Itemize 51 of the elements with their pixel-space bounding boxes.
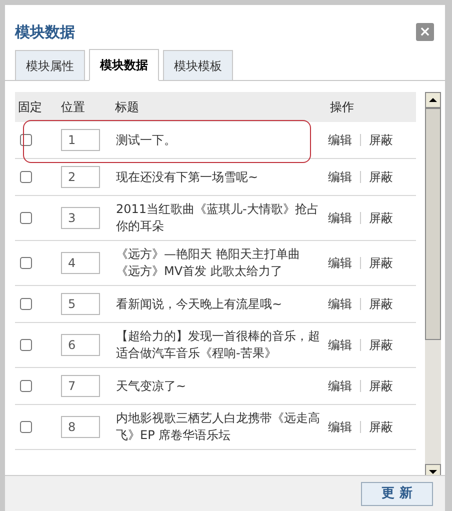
hide-link[interactable]: 屏蔽: [369, 418, 393, 436]
edit-link[interactable]: 编辑: [328, 377, 352, 395]
pin-checkbox[interactable]: [20, 212, 32, 224]
hide-link[interactable]: 屏蔽: [369, 254, 393, 272]
pin-checkbox[interactable]: [20, 421, 32, 433]
column-header: 操作: [329, 99, 354, 116]
position-field[interactable]: 3: [61, 207, 100, 229]
edit-link[interactable]: 编辑: [328, 418, 352, 436]
column-header: 标题: [114, 99, 140, 116]
position-field[interactable]: 7: [61, 375, 100, 397]
column-header: 位置: [60, 99, 86, 116]
update-button[interactable]: 更 新: [361, 482, 433, 506]
title-text: 内地影视歌三栖艺人白龙携带《远走高飞》EP 席卷华语乐坛: [115, 410, 321, 444]
title-text: 【超给力的】发现一首很棒的音乐，超适合做汽车音乐《程响-苦果》: [115, 328, 321, 362]
title-text: 现在还没有下第一场雪呢~: [115, 168, 260, 186]
position-field[interactable]: 4: [61, 252, 100, 274]
dialog-title: 模块数据: [15, 22, 75, 43]
pin-checkbox[interactable]: [20, 380, 32, 392]
title-text: 看新闻说，今天晚上有流星哦~: [115, 296, 284, 312]
position-field[interactable]: 6: [61, 334, 100, 356]
pin-checkbox[interactable]: [20, 257, 32, 269]
scroll-thumb[interactable]: [425, 108, 441, 340]
edit-link[interactable]: 编辑: [328, 254, 352, 272]
column-header: 固定: [17, 99, 43, 116]
title-text: 《远方》—艳阳天 艳阳天主打单曲《远方》MV首发 此歌太给力了: [115, 246, 301, 280]
hide-link[interactable]: 屏蔽: [369, 336, 393, 354]
position-field[interactable]: 8: [61, 416, 100, 438]
hide-link[interactable]: 屏蔽: [369, 131, 393, 149]
tab[interactable]: 模块属性: [15, 50, 85, 80]
position-field[interactable]: 2: [61, 166, 100, 188]
hide-link[interactable]: 屏蔽: [369, 295, 393, 313]
pin-checkbox[interactable]: [20, 134, 32, 146]
hide-link[interactable]: 屏蔽: [369, 209, 393, 227]
scroll-up-icon[interactable]: [425, 92, 441, 108]
pin-checkbox[interactable]: [20, 339, 32, 351]
pin-checkbox[interactable]: [20, 298, 32, 310]
edit-link[interactable]: 编辑: [328, 168, 352, 186]
position-field[interactable]: 1: [61, 129, 100, 151]
pin-checkbox[interactable]: [20, 171, 32, 183]
edit-link[interactable]: 编辑: [328, 131, 352, 149]
edit-link[interactable]: 编辑: [328, 209, 352, 227]
title-text: 测试一下。: [115, 132, 177, 148]
title-text: 2011当红歌曲《蓝琪儿-大情歌》抢占你的耳朵: [115, 201, 320, 235]
edit-link[interactable]: 编辑: [328, 295, 352, 313]
tab[interactable]: 模块数据: [89, 49, 159, 81]
hide-link[interactable]: 屏蔽: [369, 168, 393, 186]
edit-link[interactable]: 编辑: [328, 336, 352, 354]
hide-link[interactable]: 屏蔽: [369, 377, 393, 395]
position-field[interactable]: 5: [61, 293, 100, 315]
title-text: 天气变凉了~: [115, 378, 188, 394]
tab[interactable]: 模块模板: [163, 50, 233, 80]
